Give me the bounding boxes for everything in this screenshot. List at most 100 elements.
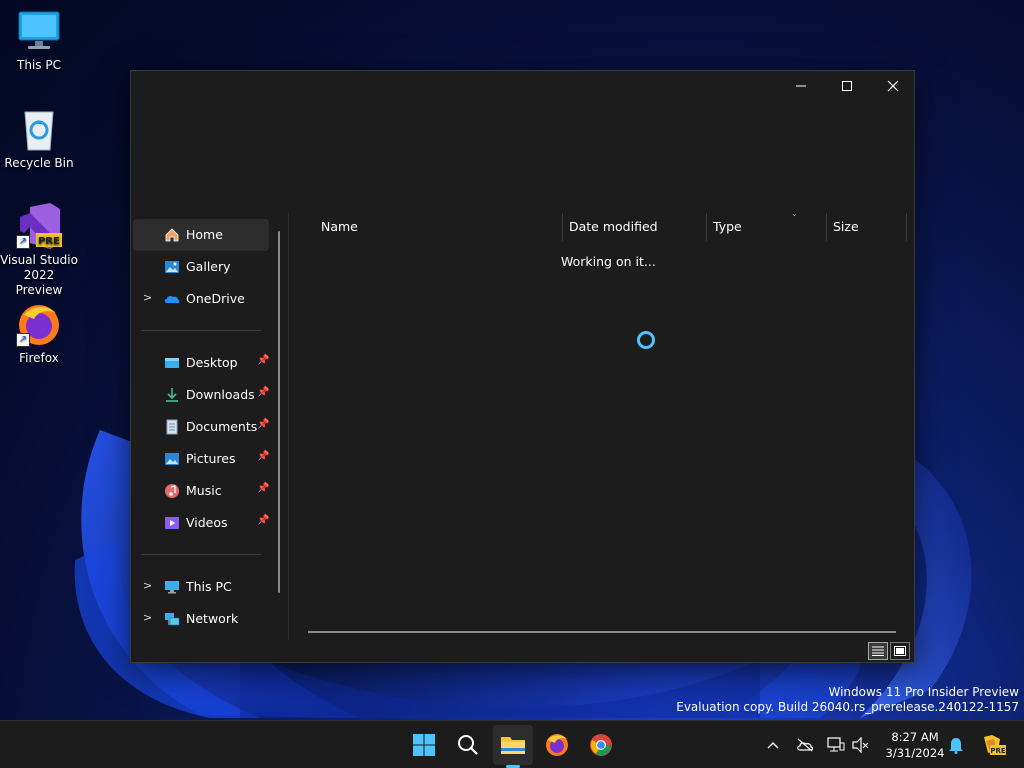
nav-item-label: Gallery [186, 259, 231, 274]
desktop-folder-icon [164, 355, 180, 371]
watermark-line-2: Evaluation copy. Build 26040.rs_prerelea… [676, 700, 1019, 714]
network-status-icon [827, 737, 845, 752]
search-icon [458, 735, 478, 755]
desktop-icon-recycle-bin[interactable]: Recycle Bin [0, 106, 78, 171]
pictures-icon [164, 451, 180, 467]
onedrive-cloud-icon [164, 291, 180, 307]
gallery-icon [164, 259, 180, 275]
large-icons-view-icon [894, 646, 906, 656]
desktop-icon-visual-studio[interactable]: PRE ↗ Visual Studio 2022 Preview [0, 203, 78, 298]
title-bar [131, 71, 914, 101]
nav-item-videos[interactable]: Videos 📌 [133, 507, 269, 539]
network-tray-button[interactable] [826, 735, 846, 755]
navigation-pane: Home Gallery > OneDrive Desktop 📌 Downlo… [131, 213, 289, 640]
desktop-icon-this-pc[interactable]: This PC [0, 8, 78, 73]
pre-badge: PRE [38, 236, 60, 247]
shortcut-arrow-icon: ↗ [16, 235, 30, 249]
chevron-right-icon[interactable]: > [143, 579, 155, 593]
nav-item-network[interactable]: > Network [133, 603, 269, 635]
home-icon [164, 227, 180, 243]
start-button[interactable] [404, 725, 444, 765]
loading-spinner-icon [637, 331, 655, 349]
nav-separator [141, 554, 261, 555]
nav-item-documents[interactable]: Documents 📌 [133, 411, 269, 443]
desktop-icon-label: Recycle Bin [4, 156, 74, 170]
nav-item-downloads[interactable]: Downloads 📌 [133, 379, 269, 411]
notifications-button[interactable] [946, 735, 966, 755]
shortcut-arrow-icon: ↗ [16, 333, 30, 347]
nav-item-label: Pictures [186, 451, 236, 466]
column-header-size[interactable]: Size [827, 213, 907, 241]
minimize-button[interactable] [778, 71, 824, 101]
nav-item-label: Network [186, 611, 239, 626]
nav-item-label: This PC [186, 579, 232, 594]
pane-divider[interactable] [288, 213, 289, 640]
watermark-line-1: Windows 11 Pro Insider Preview [828, 685, 1019, 699]
file-explorer-window: Home Gallery > OneDrive Desktop 📌 Downlo… [130, 70, 915, 663]
pin-icon: 📌 [257, 451, 270, 462]
system-clock[interactable]: 8:27 AM 3/31/2024 [880, 729, 950, 761]
volume-muted-icon [852, 737, 869, 753]
close-icon [887, 80, 899, 92]
search-button[interactable] [448, 725, 488, 765]
nav-separator [141, 330, 261, 331]
computer-icon [164, 579, 180, 595]
pin-icon: 📌 [257, 419, 270, 430]
nav-item-label: OneDrive [186, 291, 245, 306]
clock-time: 8:27 AM [891, 730, 939, 744]
column-header-row: ⌄ Name Date modified Type Size [291, 209, 908, 241]
copilot-icon: PRE [984, 735, 1006, 755]
close-button[interactable] [870, 71, 916, 101]
onedrive-tray-button[interactable] [795, 735, 815, 755]
pin-icon: 📌 [257, 515, 270, 526]
nav-item-gallery[interactable]: Gallery [133, 251, 269, 283]
desktop-icon-label: Firefox [19, 351, 59, 365]
details-view-button[interactable] [868, 642, 888, 660]
monitor-icon [16, 8, 62, 54]
nav-item-home[interactable]: Home [133, 219, 269, 251]
file-explorer-taskbar-button[interactable] [493, 725, 533, 765]
download-arrow-icon [164, 387, 180, 403]
desktop-icon-firefox[interactable]: ↗ Firefox [0, 301, 78, 366]
chevron-right-icon[interactable]: > [143, 611, 155, 625]
videos-icon [164, 515, 180, 531]
pin-icon: 📌 [257, 483, 270, 494]
command-bar-area [131, 101, 914, 213]
show-hidden-icons-button[interactable] [763, 735, 783, 755]
nav-item-label: Desktop [186, 355, 238, 370]
column-header-name[interactable]: Name [291, 213, 563, 241]
taskbar: 8:27 AM 3/31/2024 PRE [0, 720, 1024, 768]
horizontal-scrollbar[interactable] [308, 631, 896, 633]
pin-icon: 📌 [257, 355, 270, 366]
nav-item-music[interactable]: Music 📌 [133, 475, 269, 507]
chrome-taskbar-button[interactable] [581, 725, 621, 765]
chevron-right-icon[interactable]: > [143, 291, 155, 305]
firefox-taskbar-button[interactable] [537, 725, 577, 765]
copilot-preview-button[interactable]: PRE [980, 735, 1006, 755]
desktop-icon-label: This PC [17, 58, 61, 72]
recycle-bin-icon [16, 106, 62, 152]
nav-item-label: Videos [186, 515, 228, 530]
large-icons-view-button[interactable] [890, 642, 910, 660]
nav-item-pictures[interactable]: Pictures 📌 [133, 443, 269, 475]
volume-tray-button[interactable] [851, 735, 871, 755]
desktop-icon-label: Visual Studio 2022 Preview [0, 253, 78, 297]
cloud-offline-icon [797, 738, 814, 752]
tray-pre-badge: PRE [990, 747, 1006, 755]
column-header-date-modified[interactable]: Date modified [563, 213, 707, 241]
loading-status-text: Working on it... [561, 254, 656, 269]
nav-item-label: Downloads [186, 387, 255, 402]
windows-logo-icon [413, 734, 435, 756]
nav-item-desktop[interactable]: Desktop 📌 [133, 347, 269, 379]
bell-icon [949, 738, 963, 754]
maximize-icon [842, 81, 852, 91]
network-icon [164, 611, 180, 627]
music-icon [164, 483, 180, 499]
column-header-type[interactable]: Type [707, 213, 827, 241]
folder-icon [501, 737, 525, 754]
clock-date: 3/31/2024 [885, 746, 945, 760]
maximize-button[interactable] [824, 71, 870, 101]
nav-item-this-pc[interactable]: > This PC [133, 571, 269, 603]
nav-pane-scrollbar[interactable] [278, 231, 280, 593]
nav-item-onedrive[interactable]: > OneDrive [133, 283, 269, 315]
